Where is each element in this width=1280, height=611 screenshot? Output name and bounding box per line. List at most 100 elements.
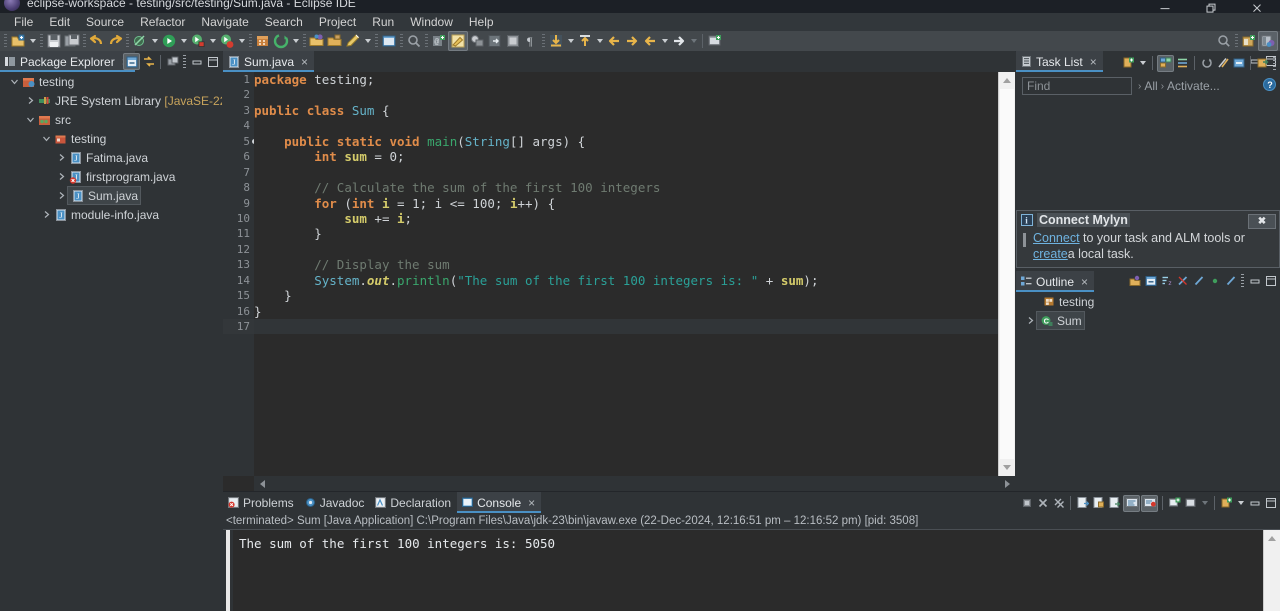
scheduled-presentation-icon[interactable] [1175,56,1190,71]
coverage-icon[interactable] [218,32,236,50]
back-icon[interactable] [641,32,659,50]
new-annotation-icon[interactable]: @ [430,32,448,50]
scroll-up-arrow-icon[interactable] [1264,530,1280,547]
upload-dropdown[interactable] [594,32,605,50]
next-annotation-icon[interactable] [623,32,641,50]
menu-project[interactable]: Project [311,14,364,30]
focus-icon[interactable] [1127,273,1142,288]
menu-help[interactable]: Help [461,14,502,30]
collapse-all-icon[interactable] [1143,273,1158,288]
console-vertical-scrollbar[interactable] [1263,530,1280,611]
minimize-icon[interactable] [189,54,204,69]
code-line[interactable]: // Calculate the sum of the first 100 in… [254,180,999,195]
tab-problems[interactable]: Problems [223,492,300,513]
menu-edit[interactable]: Edit [41,14,78,30]
toolbar-drag-handle[interactable] [4,34,7,48]
menu-navigate[interactable]: Navigate [193,14,256,30]
pilcrow-icon[interactable]: ¶ [522,32,540,50]
hide-fields-icon[interactable] [1175,273,1190,288]
restore-tasks-icon[interactable] [1255,56,1270,71]
coverage-dropdown[interactable] [236,32,247,50]
menu-run[interactable]: Run [364,14,402,30]
sort-icon[interactable]: z [1159,273,1174,288]
editor-body[interactable]: 1 2 3 4 5 6 7 8 9 10 11 12 13 14 15 16 1… [223,72,1015,491]
chevron-right-icon[interactable] [40,205,53,224]
editor-horizontal-scrollbar[interactable] [254,476,1015,491]
categorized-presentation-icon[interactable] [1157,54,1174,72]
tab-outline[interactable]: Outline × [1016,271,1095,292]
maximize-icon[interactable] [1263,273,1278,288]
display-console-dropdown[interactable] [1199,494,1210,512]
new-task-icon[interactable] [1121,56,1136,71]
open-perspective-button-icon[interactable] [1240,32,1258,50]
tree-row-fatima-java[interactable]: J Fatima.java [0,148,222,167]
tree-row-firstprogram-java[interactable]: J firstprogram.java [0,167,222,186]
run-icon[interactable] [160,32,178,50]
code-line[interactable]: } [254,288,999,303]
code-line[interactable]: package testing; [254,72,999,87]
popup-close-button[interactable]: ✖ [1248,214,1276,229]
new-window-icon[interactable] [706,32,724,50]
code-line[interactable]: sum += i; [254,211,999,226]
view-dots-icon[interactable] [183,55,186,68]
view-menu-icon[interactable] [1273,56,1276,70]
search-icon[interactable] [405,32,423,50]
code-line[interactable]: public static void main(String[] args) { [254,134,999,149]
breadcrumb-all[interactable]: All [1144,79,1157,93]
menu-search[interactable]: Search [257,14,311,30]
minimize-button[interactable] [1142,0,1188,13]
synchronize-icon[interactable] [1199,56,1214,71]
code-line[interactable] [254,87,999,102]
package-explorer-tree[interactable]: testing JRE System Library [JavaSE-22] s… [0,72,222,611]
scroll-up-arrow-icon[interactable] [999,72,1015,89]
forward-dropdown[interactable] [688,32,699,50]
download-icon[interactable] [547,32,565,50]
new-java-package-icon[interactable] [272,32,290,50]
close-icon[interactable]: × [1081,275,1088,289]
new-console-view-icon[interactable] [1167,496,1182,511]
word-wrap-icon[interactable] [1123,494,1140,512]
hide-local-types-icon[interactable] [1223,273,1238,288]
chevron-right-icon[interactable] [55,186,68,205]
menu-source[interactable]: Source [78,14,132,30]
connect-link[interactable]: Connect [1033,231,1080,245]
tab-sum-java[interactable]: J Sum.java × [223,51,315,72]
new-task-dropdown[interactable] [1137,54,1148,72]
code-text-area[interactable]: package testing; public class Sum { publ… [254,72,999,476]
chevron-down-icon[interactable] [8,72,21,91]
open-console-menu-icon[interactable] [1219,496,1234,511]
chevron-right-icon[interactable] [24,91,37,110]
code-line[interactable] [254,242,999,257]
view-menu-icon[interactable] [165,54,180,69]
code-line[interactable] [254,165,999,180]
open-type-icon[interactable] [308,32,326,50]
chevron-right-icon[interactable] [55,148,68,167]
focus-on-workweek-icon[interactable] [1215,56,1230,71]
menu-file[interactable]: File [6,14,41,30]
open-perspective-icon[interactable] [380,32,398,50]
tree-row-sum-java[interactable]: J Sum.java [0,186,222,205]
code-line[interactable] [254,118,999,133]
outline-tree[interactable]: testing C Sum [1016,292,1280,491]
debug-icon[interactable] [189,32,207,50]
minimize-icon[interactable] [1247,496,1262,511]
help-icon[interactable]: ? [1263,78,1276,94]
quick-access-search-icon[interactable] [1215,32,1233,50]
pin-icon[interactable] [504,32,522,50]
code-line[interactable]: } [254,226,999,241]
display-selected-console-icon[interactable] [1183,496,1198,511]
new-java-project-icon[interactable] [254,32,272,50]
menu-window[interactable]: Window [402,14,461,30]
new-wizard-dropdown[interactable] [27,32,38,50]
hide-static-icon[interactable] [1191,273,1206,288]
link-with-editor-icon[interactable] [468,32,486,50]
show-console-on-output-icon[interactable] [1141,494,1158,512]
tab-package-explorer[interactable]: Package Explorer × [0,51,135,72]
code-line[interactable]: int sum = 0; [254,149,999,164]
toggle-mark-occurrences-icon[interactable] [448,31,468,51]
chevron-right-icon[interactable] [55,167,68,186]
tree-row-src[interactable]: src [0,110,222,129]
save-all-icon[interactable] [63,32,81,50]
code-line[interactable]: public class Sum { [254,103,999,118]
undo-icon[interactable] [88,32,106,50]
